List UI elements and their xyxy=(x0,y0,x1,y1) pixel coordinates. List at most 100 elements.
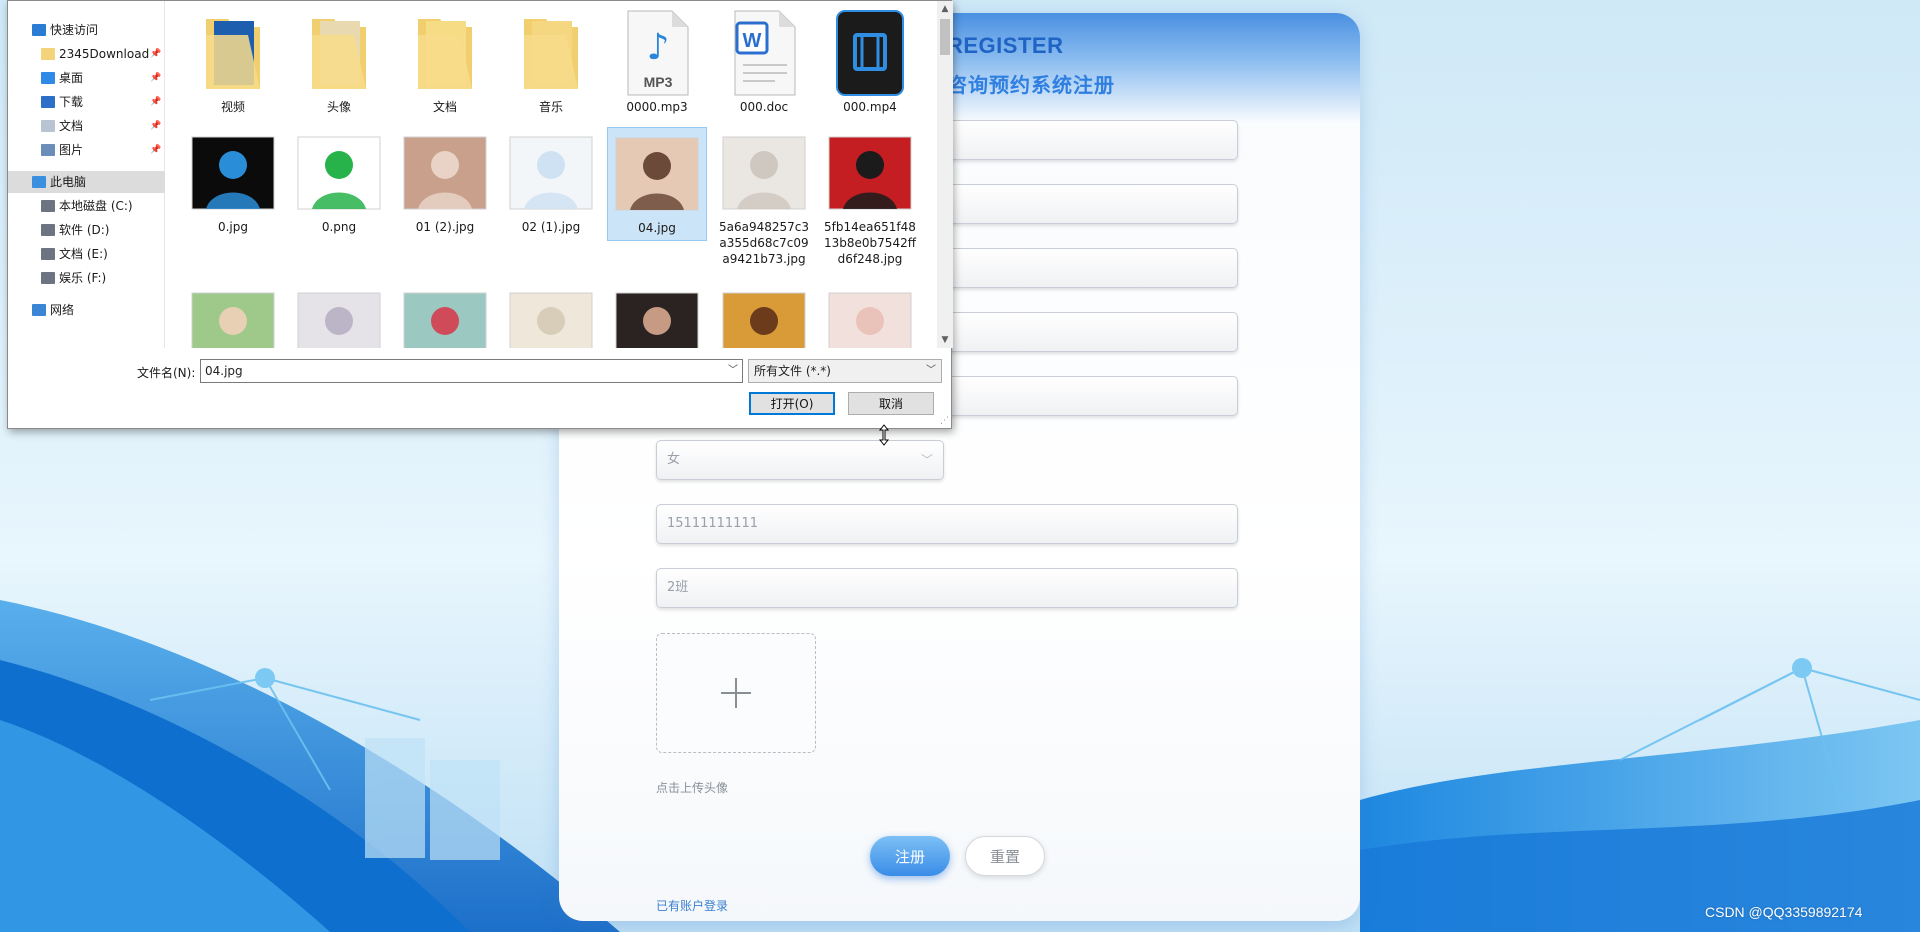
chevron-down-icon: ﹀ xyxy=(920,453,933,467)
resize-cursor-icon xyxy=(878,424,890,446)
file-item[interactable]: 视频 xyxy=(183,7,283,119)
network-icon xyxy=(32,304,46,316)
nav-item[interactable]: 下载 📌 xyxy=(8,91,165,113)
nav-item-label: 此电脑 xyxy=(50,175,87,189)
file-list: 视频 头像 文档 音乐 ♪ MP3 0000.mp3 W 000.doc 000.mp4 0.jpg… xyxy=(183,1,943,348)
file-item[interactable]: 02 (1).jpg xyxy=(501,127,601,239)
file-label: 头像 xyxy=(326,100,351,114)
file-item[interactable]: 01 (2).jpg xyxy=(395,127,495,239)
image-thumbnail-icon xyxy=(403,136,487,210)
file-item[interactable]: 文档 xyxy=(395,7,495,119)
image-thumbnail-icon xyxy=(297,292,381,348)
music-folder-icon xyxy=(524,19,578,89)
file-item[interactable] xyxy=(289,283,389,348)
file-label: 0.png xyxy=(321,220,357,234)
filename-input[interactable]: 04.jpg ﹀ xyxy=(200,359,743,383)
nav-item[interactable]: 文档 📌 xyxy=(8,115,165,137)
image-thumbnail-icon xyxy=(509,292,593,348)
nav-item[interactable]: 此电脑 xyxy=(8,171,165,193)
svg-text:♪: ♪ xyxy=(647,27,670,68)
file-item[interactable]: 头像 xyxy=(289,7,389,119)
star-icon xyxy=(32,24,46,36)
image-thumbnail-icon xyxy=(191,292,275,348)
file-item[interactable] xyxy=(820,283,920,348)
nav-item[interactable]: 桌面 📌 xyxy=(8,67,165,89)
filetype-value: 所有文件 (*.*) xyxy=(754,364,831,378)
nav-item[interactable]: 娱乐 (F:) xyxy=(8,267,165,289)
pin-icon[interactable]: 📌 xyxy=(150,91,161,113)
resize-grip-icon[interactable]: ⋰ xyxy=(940,416,949,426)
nav-item[interactable]: 本地磁盘 (C:) xyxy=(8,195,165,217)
pin-icon[interactable]: 📌 xyxy=(150,43,161,65)
open-button[interactable]: 打开(O) xyxy=(749,392,835,415)
file-label: 0.jpg xyxy=(217,220,249,234)
nav-item[interactable]: 快速访问 xyxy=(8,19,165,41)
pin-icon[interactable]: 📌 xyxy=(150,115,161,137)
file-item[interactable]: 0.jpg xyxy=(183,127,283,239)
file-label: 000.mp4 xyxy=(843,100,897,114)
file-item[interactable] xyxy=(183,283,283,348)
filename-label: 文件名(N): xyxy=(137,366,196,380)
nav-item[interactable]: 文档 (E:) xyxy=(8,243,165,265)
image-thumbnail-icon xyxy=(191,136,275,210)
pin-icon[interactable]: 📌 xyxy=(150,139,161,161)
file-label: 5fb14ea651f4813b8e0b7542ffd6f248.jpg xyxy=(824,220,916,266)
nav-item-label: 下载 xyxy=(59,95,84,109)
nav-item[interactable]: 软件 (D:) xyxy=(8,219,165,241)
cancel-button[interactable]: 取消 xyxy=(848,392,934,415)
file-item[interactable]: ♪ MP3 0000.mp3 xyxy=(607,7,707,119)
scroll-up-icon[interactable]: ▲ xyxy=(937,1,953,17)
file-label: 01 (2).jpg xyxy=(415,220,475,234)
filetype-select[interactable]: 所有文件 (*.*) ﹀ xyxy=(748,359,942,383)
pin-icon[interactable]: 📌 xyxy=(150,67,161,89)
document-folder-icon xyxy=(418,19,472,89)
nav-item[interactable]: 2345Download 📌 xyxy=(8,43,165,65)
chevron-down-icon[interactable]: ﹀ xyxy=(728,360,738,382)
file-list-scrollbar[interactable]: ▲ ▼ xyxy=(937,1,953,348)
file-item[interactable]: 5fb14ea651f4813b8e0b7542ffd6f248.jpg xyxy=(820,127,920,271)
file-item[interactable]: 000.mp4 xyxy=(820,7,920,119)
file-item[interactable] xyxy=(714,283,814,348)
image-thumbnail-icon xyxy=(615,137,699,211)
image-thumbnail-icon xyxy=(722,292,806,348)
register-title-en: REGISTER xyxy=(947,33,1064,58)
drive-icon xyxy=(41,272,55,284)
file-item[interactable] xyxy=(395,283,495,348)
login-link[interactable]: 已有账户登录 xyxy=(656,897,728,914)
phone-input[interactable]: 15111111111 xyxy=(656,504,1238,544)
svg-text:W: W xyxy=(743,30,762,52)
file-label: 04.jpg xyxy=(638,221,676,235)
image-thumbnail-icon xyxy=(722,136,806,210)
scroll-down-icon[interactable]: ▼ xyxy=(937,332,953,348)
nav-item[interactable]: 图片 📌 xyxy=(8,139,165,161)
class-input[interactable]: 2班 xyxy=(656,568,1238,608)
scroll-thumb[interactable] xyxy=(940,19,950,55)
file-item[interactable]: 04.jpg xyxy=(607,127,707,241)
file-item[interactable]: 音乐 xyxy=(501,7,601,119)
register-title-cn: 咨询预约系统注册 xyxy=(947,73,1115,97)
file-item[interactable]: W 000.doc xyxy=(714,7,814,119)
chevron-down-icon: ﹀ xyxy=(926,365,936,376)
file-item[interactable]: 0.png xyxy=(289,127,389,239)
desktop-icon xyxy=(41,72,55,84)
download-icon xyxy=(41,96,55,108)
drive-icon xyxy=(41,248,55,260)
file-item[interactable] xyxy=(607,283,707,348)
avatar-folder-icon xyxy=(312,19,366,89)
file-label: 文档 xyxy=(432,100,457,114)
reset-button[interactable]: 重置 xyxy=(965,836,1045,876)
avatar-upload[interactable] xyxy=(656,633,816,753)
file-item[interactable]: 5a6a948257c3a355d68c7c09a9421b73.jpg xyxy=(714,127,814,271)
nav-item[interactable]: 网络 xyxy=(8,299,165,321)
file-label: 音乐 xyxy=(538,100,563,114)
file-label: 0000.mp3 xyxy=(626,100,688,114)
filename-value: 04.jpg xyxy=(205,364,243,378)
gender-select[interactable]: 女 ﹀ xyxy=(656,440,944,480)
file-label: 视频 xyxy=(220,100,245,114)
image-thumbnail-icon xyxy=(403,292,487,348)
nav-item-label: 娱乐 (F:) xyxy=(59,271,107,285)
register-button[interactable]: 注册 xyxy=(870,836,950,876)
file-item[interactable] xyxy=(501,283,601,348)
image-thumbnail-icon xyxy=(509,136,593,210)
navigation-pane: 快速访问 2345Download 📌 桌面 📌 下载 📌 文档 📌 图片 📌 此电脑 本地磁盘 (C:… xyxy=(8,1,165,348)
